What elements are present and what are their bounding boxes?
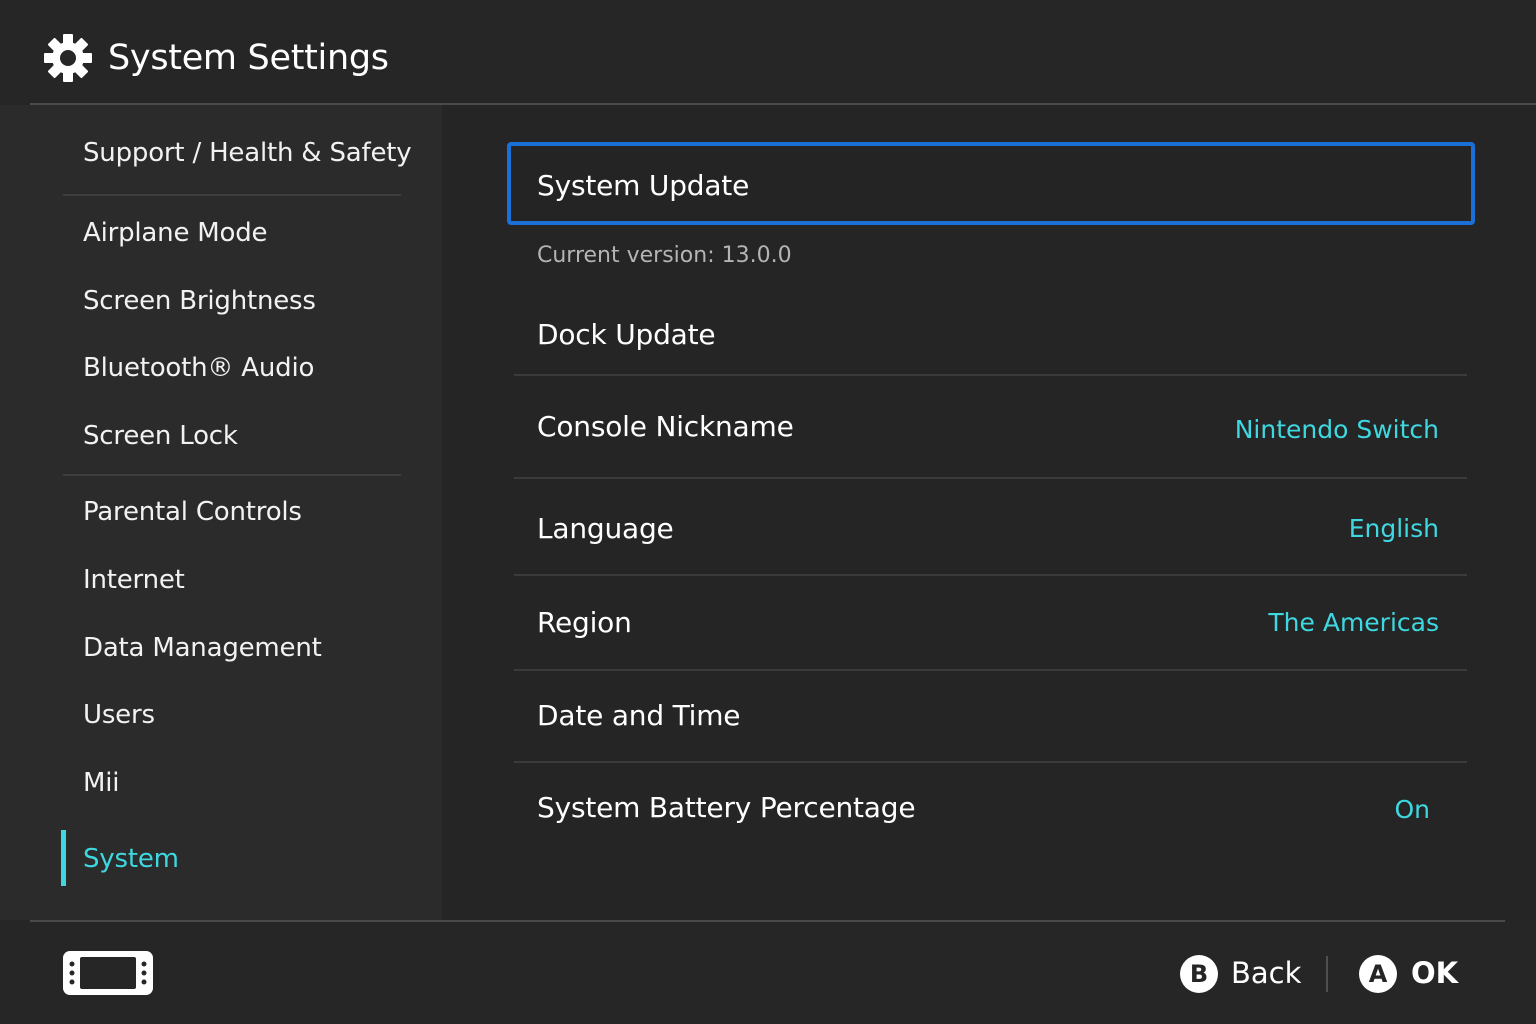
page-title: System Settings [108, 38, 389, 78]
battery-percentage-value: On [1394, 795, 1430, 824]
gear-icon [44, 34, 92, 82]
sidebar-item-mii[interactable]: Mii [83, 766, 119, 800]
handheld-console-icon [63, 951, 153, 995]
footer-divider [30, 920, 1505, 922]
sidebar-item-screen-lock[interactable]: Screen Lock [83, 419, 238, 453]
sidebar-item-airplane-mode[interactable]: Airplane Mode [83, 216, 268, 250]
sidebar-item-data-management[interactable]: Data Management [83, 631, 322, 665]
language-value: English [1348, 514, 1439, 543]
system-update-label: System Update [537, 169, 750, 202]
sidebar-item-screen-brightness[interactable]: Screen Brightness [83, 284, 316, 318]
back-button[interactable]: Back [1231, 953, 1301, 993]
region-value: The Americas [1268, 608, 1439, 637]
date-and-time-row[interactable]: Date and Time [537, 698, 741, 734]
sidebar-divider [63, 474, 401, 476]
a-button-icon[interactable]: A [1359, 955, 1397, 993]
dock-update-row[interactable]: Dock Update [537, 317, 716, 353]
row-divider [514, 374, 1467, 376]
sidebar-item-internet[interactable]: Internet [83, 563, 185, 597]
footer-bar [0, 920, 1536, 1024]
sidebar-item-system[interactable]: System [83, 842, 179, 876]
language-row[interactable]: Language [537, 511, 674, 547]
console-nickname-row[interactable]: Console Nickname [537, 409, 794, 445]
sidebar-item-bluetooth-audio[interactable]: Bluetooth® Audio [83, 351, 314, 385]
region-row[interactable]: Region [537, 605, 632, 641]
current-version-text: Current version: 13.0.0 [537, 243, 792, 268]
row-divider [514, 761, 1467, 763]
b-button-icon[interactable]: B [1180, 955, 1218, 993]
row-divider [514, 574, 1467, 576]
sidebar-item-users[interactable]: Users [83, 698, 155, 732]
sidebar-divider [63, 194, 401, 196]
row-divider [514, 669, 1467, 671]
system-battery-percentage-row[interactable]: System Battery Percentage [537, 790, 916, 826]
console-nickname-value: Nintendo Switch [1234, 415, 1439, 444]
row-divider [514, 477, 1467, 479]
header-bar: System Settings [0, 0, 1536, 103]
footer-separator [1326, 956, 1328, 992]
active-indicator [61, 830, 66, 886]
sidebar-item-support-health-safety[interactable]: Support / Health & Safety [83, 136, 412, 170]
sidebar-item-parental-controls[interactable]: Parental Controls [83, 495, 302, 529]
ok-button[interactable]: OK [1411, 953, 1458, 993]
